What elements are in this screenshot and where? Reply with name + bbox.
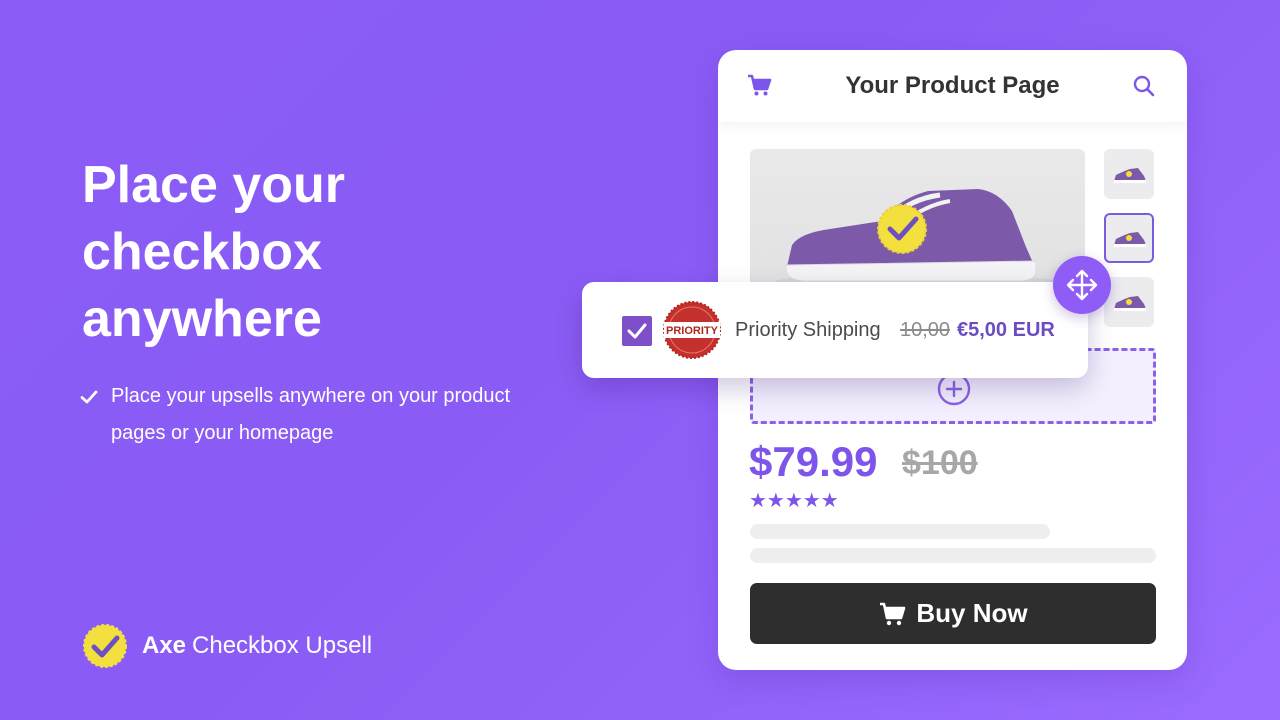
check-icon [627, 323, 647, 339]
sneaker-illustration [776, 189, 1056, 287]
buy-now-label: Buy Now [916, 598, 1028, 628]
brand-name: Axe Checkbox Upsell [142, 632, 372, 660]
star-rating: ★★★★★ [749, 490, 839, 512]
upsell-label: Priority Shipping [735, 319, 881, 341]
brand-name-strong: Axe [142, 632, 187, 659]
check-icon [80, 390, 98, 404]
card-title: Your Product Page [845, 72, 1060, 99]
upsell-checkbox[interactable] [622, 316, 652, 346]
product-price: $79.99 [749, 438, 878, 485]
product-main-image [750, 149, 1085, 299]
product-old-price: $100 [902, 444, 978, 482]
card-header: Your Product Page [718, 50, 1187, 122]
headline-line-2: checkbox [82, 223, 322, 281]
feature-bullet-text: Place your upsells anywhere on your prod… [111, 385, 511, 444]
headline-line-3: anywhere [82, 290, 322, 348]
sneaker-thumbnail-icon [1114, 296, 1146, 311]
product-thumbnail[interactable] [1104, 277, 1154, 327]
upsell-new-price: €5,00 EUR [957, 319, 1055, 341]
buy-now-button[interactable]: Buy Now [750, 583, 1156, 644]
badge-text: PRIORITY [666, 325, 719, 337]
headline-line-1: Place your [82, 156, 346, 214]
brand-name-rest: Checkbox Upsell [192, 632, 373, 659]
move-handle[interactable] [1053, 256, 1111, 314]
move-icon [1066, 269, 1098, 301]
upsell-checkbox-row[interactable]: PRIORITY Priority Shipping 10,00 €5,00 E… [582, 282, 1088, 378]
product-thumbnail-selected[interactable] [1104, 213, 1154, 263]
checkmark-badge-icon [83, 624, 127, 668]
search-icon[interactable] [1132, 74, 1156, 98]
upsell-old-price: 10,00 [900, 319, 951, 341]
cart-icon [880, 602, 906, 625]
sneaker-thumbnail-icon [1114, 232, 1146, 247]
priority-badge: PRIORITY [663, 301, 721, 359]
hero-headline: Place your checkbox anywhere [82, 152, 502, 353]
text-placeholder-line [750, 524, 1050, 539]
feature-bullet: Place your upsells anywhere on your prod… [80, 378, 520, 452]
product-thumbnail[interactable] [1104, 149, 1154, 199]
sneaker-thumbnail-icon [1114, 168, 1146, 183]
text-placeholder-line [750, 548, 1156, 563]
brand-logo-lockup: Axe Checkbox Upsell [82, 622, 372, 670]
